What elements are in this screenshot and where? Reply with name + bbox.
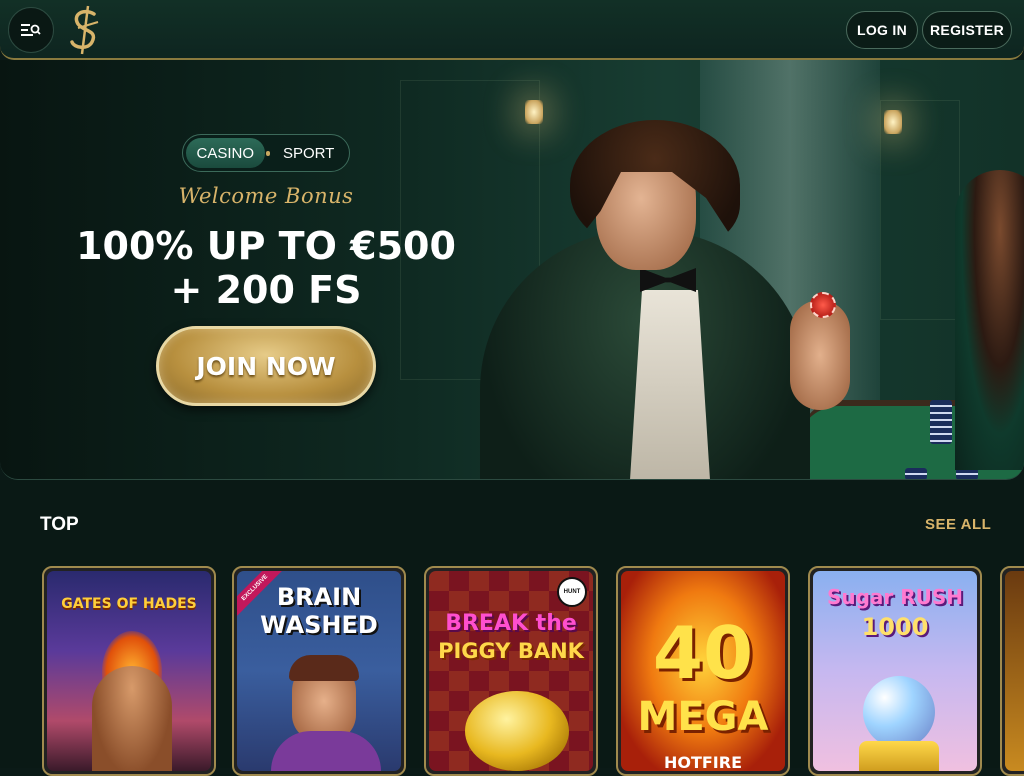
tab-separator-dot: [265, 150, 271, 156]
game-thumbnail: EXCLUSIVE BRAIN WASHED: [237, 571, 401, 771]
game-card-brain-washed[interactable]: EXCLUSIVE BRAIN WASHED: [232, 566, 406, 776]
game-title-line-1: Sugar RUSH: [826, 585, 964, 609]
tab-sport[interactable]: SPORT: [271, 138, 346, 168]
register-button[interactable]: REGISTER: [922, 11, 1012, 49]
bonus-headline-line-2: + 200 FS: [170, 268, 362, 312]
game-title: GATES OF HADES: [61, 596, 197, 612]
game-thumbnail: [1005, 571, 1024, 771]
poker-chip-icon: [810, 292, 836, 318]
game-title-line-2: WASHED: [260, 611, 378, 639]
wall-lamp-icon: [525, 100, 543, 124]
welcome-bonus-label: Welcome Bonus: [178, 184, 354, 208]
game-card-sugar-rush-1000[interactable]: Sugar RUSH 1000: [808, 566, 982, 776]
game-card-40-mega-hotfire[interactable]: 40 MEGA HOTFIRE: [616, 566, 790, 776]
tab-casino[interactable]: CASINO: [186, 138, 265, 168]
gumball-base: [859, 741, 939, 771]
gumball-machine-icon: [863, 676, 935, 748]
man-shirt: [630, 290, 710, 479]
see-all-link[interactable]: SEE ALL: [925, 516, 991, 533]
game-card-gates-of-hades[interactable]: GATES OF HADES: [42, 566, 216, 776]
game-title-line-2: 1000: [861, 613, 929, 641]
game-card-partial[interactable]: [1000, 566, 1024, 776]
game-card-break-the-piggy-bank[interactable]: HUNT BREAK the PIGGY BANK: [424, 566, 598, 776]
game-title-line-1: BRAIN: [276, 583, 362, 611]
game-thumbnail: 40 MEGA HOTFIRE: [621, 571, 785, 771]
game-title-line-2: PIGGY BANK: [438, 639, 584, 663]
hades-figure: [92, 666, 172, 771]
chip-stack: [930, 400, 952, 444]
character-body: [271, 731, 381, 771]
game-thumbnail: GATES OF HADES: [47, 571, 211, 771]
menu-search-icon: [21, 24, 41, 36]
golden-piggy-icon: [465, 691, 569, 771]
section-title: TOP: [40, 514, 79, 535]
game-title-line-1: 40: [652, 611, 754, 695]
top-header: LOG IN REGISTER: [0, 0, 1024, 60]
menu-search-button[interactable]: [8, 7, 54, 53]
wall-lamp-icon: [884, 110, 902, 134]
woman-figure: [955, 170, 1024, 470]
dollar-logo-icon: [70, 5, 99, 55]
game-title-line-2: MEGA: [637, 694, 769, 740]
chip-stack: [905, 468, 927, 479]
game-thumbnail: Sugar RUSH 1000: [813, 571, 977, 771]
character-hair: [289, 655, 359, 681]
join-now-button[interactable]: JOIN NOW: [156, 326, 376, 406]
login-button[interactable]: LOG IN: [846, 11, 918, 49]
game-title-line-3: HOTFIRE: [663, 753, 743, 771]
casino-sport-toggle: CASINO SPORT: [182, 134, 350, 172]
hunt-badge: HUNT: [557, 577, 587, 607]
site-logo[interactable]: [64, 4, 108, 56]
bonus-headline-line-1: 100% UP TO €500: [76, 224, 456, 268]
game-thumbnail: HUNT BREAK the PIGGY BANK: [429, 571, 593, 771]
game-title-line-1: BREAK the: [445, 611, 577, 636]
hero-banner[interactable]: CASINO SPORT Welcome Bonus 100% UP TO €5…: [0, 60, 1024, 480]
